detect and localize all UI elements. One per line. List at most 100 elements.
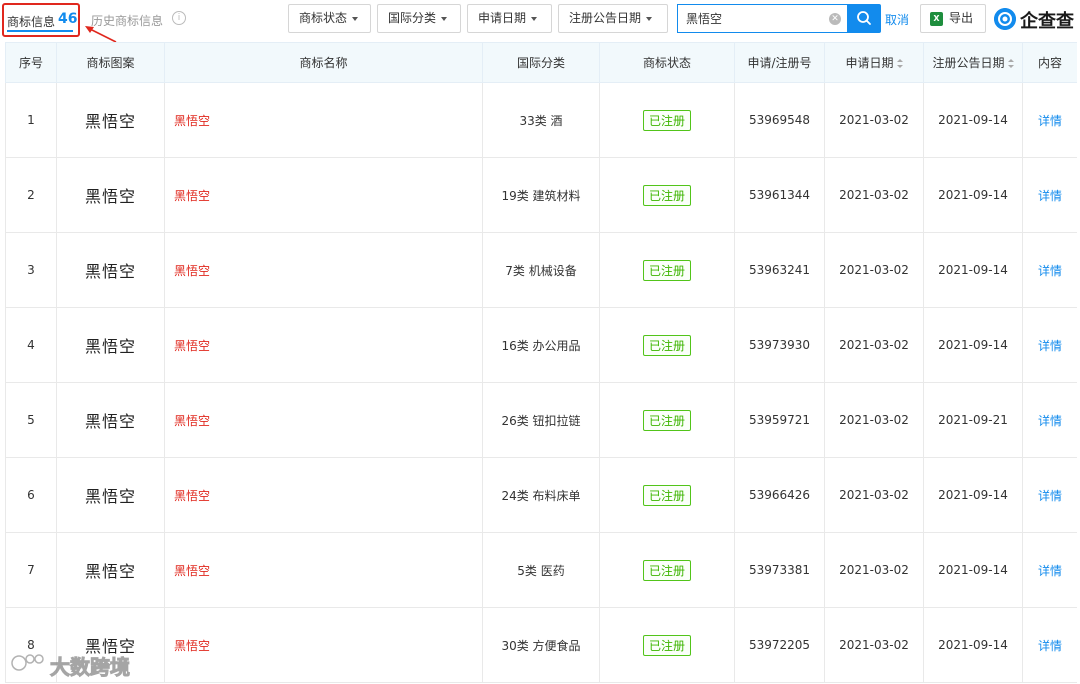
filter-pub-date-label: 注册公告日期 [569,11,642,25]
cell-name[interactable]: 黑悟空 [164,82,483,158]
cell-name[interactable]: 黑悟空 [164,607,483,683]
cell-name[interactable]: 黑悟空 [164,532,483,608]
detail-link[interactable]: 详情 [1038,414,1062,428]
cell-class: 30类 方便食品 [482,607,600,683]
cell-pub-date: 2021-09-14 [923,607,1023,683]
search-icon [857,11,871,25]
cell-reg-no: 53959721 [734,382,825,458]
cell-pattern: 黑悟空 [56,307,165,383]
filter-class-dropdown[interactable]: 国际分类 [377,4,461,33]
chevron-down-icon [531,16,538,21]
filter-apply-date-dropdown[interactable]: 申请日期 [467,4,552,33]
cell-index: 4 [5,307,57,383]
status-badge: 已注册 [642,184,691,206]
sort-icon[interactable] [1007,59,1014,68]
cell-status: 已注册 [599,532,735,608]
qichacha-logo-icon [994,8,1016,30]
cell-apply-date: 2021-03-02 [824,232,924,308]
header-status: 商标状态 [599,42,735,83]
cell-detail: 详情 [1022,232,1077,308]
chevron-down-icon [352,16,359,21]
table-row: 2 黑悟空 黑悟空 19类 建筑材料 已注册 53961344 2021-03-02 2021… [5,157,1077,233]
table-row: 8 黑悟空 黑悟空 30类 方便食品 已注册 53972205 2021-03-02 2021… [5,607,1077,683]
filter-pub-date-dropdown[interactable]: 注册公告日期 [558,4,668,33]
tab-active-underline [7,30,73,32]
cell-reg-no: 53973381 [734,532,825,608]
status-badge: 已注册 [642,109,691,131]
chevron-down-icon [441,16,448,21]
cell-status: 已注册 [599,82,735,158]
cell-detail: 详情 [1022,607,1077,683]
detail-link[interactable]: 详情 [1038,189,1062,203]
detail-link[interactable]: 详情 [1038,564,1062,578]
cell-apply-date: 2021-03-02 [824,82,924,158]
detail-link[interactable]: 详情 [1038,639,1062,653]
detail-link[interactable]: 详情 [1038,114,1062,128]
info-icon[interactable]: i [172,11,186,25]
cancel-link[interactable]: 取消 [885,11,909,28]
clear-icon[interactable]: ✕ [829,13,841,25]
sort-icon[interactable] [896,59,903,68]
status-badge: 已注册 [642,559,691,581]
search-button[interactable] [847,4,881,33]
excel-icon: X [930,12,943,26]
header-pub-date-label: 注册公告日期 [932,56,1005,70]
cell-pub-date: 2021-09-14 [923,82,1023,158]
cell-pub-date: 2021-09-14 [923,307,1023,383]
cell-apply-date: 2021-03-02 [824,457,924,533]
detail-link[interactable]: 详情 [1038,339,1062,353]
table-row: 5 黑悟空 黑悟空 26类 钮扣拉链 已注册 53959721 2021-03-02 2021… [5,382,1077,458]
table-row: 6 黑悟空 黑悟空 24类 布料床单 已注册 53966426 2021-03-02 2021… [5,457,1077,533]
cell-index: 3 [5,232,57,308]
status-badge: 已注册 [642,409,691,431]
cell-name[interactable]: 黑悟空 [164,307,483,383]
cell-status: 已注册 [599,607,735,683]
cell-apply-date: 2021-03-02 [824,532,924,608]
cell-detail: 详情 [1022,82,1077,158]
cell-reg-no: 53972205 [734,607,825,683]
cell-apply-date: 2021-03-02 [824,157,924,233]
header-name: 商标名称 [164,42,483,83]
detail-link[interactable]: 详情 [1038,489,1062,503]
cell-pub-date: 2021-09-14 [923,457,1023,533]
trademark-table: 序号 商标图案 商标名称 国际分类 商标状态 申请/注册号 申请日期 注册公告日… [5,42,1077,684]
cell-pub-date: 2021-09-21 [923,382,1023,458]
cell-detail: 详情 [1022,532,1077,608]
header-pub-date[interactable]: 注册公告日期 [923,42,1023,83]
cell-name[interactable]: 黑悟空 [164,382,483,458]
search-input[interactable] [678,5,818,32]
filter-class-label: 国际分类 [388,11,437,25]
detail-link[interactable]: 详情 [1038,264,1062,278]
cell-detail: 详情 [1022,157,1077,233]
cell-name[interactable]: 黑悟空 [164,157,483,233]
watermark-text: 大数跨境 [50,655,131,680]
cell-name[interactable]: 黑悟空 [164,457,483,533]
cell-pub-date: 2021-09-14 [923,157,1023,233]
cell-class: 7类 机械设备 [482,232,600,308]
tab-trademark-info-count: 46 [58,11,78,27]
cell-apply-date: 2021-03-02 [824,307,924,383]
status-badge: 已注册 [642,259,691,281]
tab-trademark-info[interactable]: 商标信息 46 [2,3,80,37]
cell-apply-date: 2021-03-02 [824,607,924,683]
toolbar: 商标信息 46 历史商标信息 i 商标状态 国际分类 申请日期 注册公告日期 ✕… [0,0,1080,43]
cell-detail: 详情 [1022,382,1077,458]
cell-status: 已注册 [599,457,735,533]
cell-name[interactable]: 黑悟空 [164,232,483,308]
table-row: 7 黑悟空 黑悟空 5类 医药 已注册 53973381 2021-03-02 2021-09… [5,532,1077,608]
table-header-row: 序号 商标图案 商标名称 国际分类 商标状态 申请/注册号 申请日期 注册公告日… [5,42,1077,83]
cell-pattern: 黑悟空 [56,157,165,233]
table-row: 4 黑悟空 黑悟空 16类 办公用品 已注册 53973930 2021-03-02 2021… [5,307,1077,383]
header-pattern: 商标图案 [56,42,165,83]
header-apply-date[interactable]: 申请日期 [824,42,924,83]
cell-status: 已注册 [599,232,735,308]
cell-index: 6 [5,457,57,533]
cell-pattern: 黑悟空 [56,232,165,308]
export-button[interactable]: X 导出 [920,4,986,33]
cell-pattern: 黑悟空 [56,382,165,458]
tab-history-trademark[interactable]: 历史商标信息 [91,12,163,29]
filter-status-dropdown[interactable]: 商标状态 [288,4,371,33]
search-box: ✕ [677,4,847,33]
cell-reg-no: 53966426 [734,457,825,533]
status-badge: 已注册 [642,484,691,506]
